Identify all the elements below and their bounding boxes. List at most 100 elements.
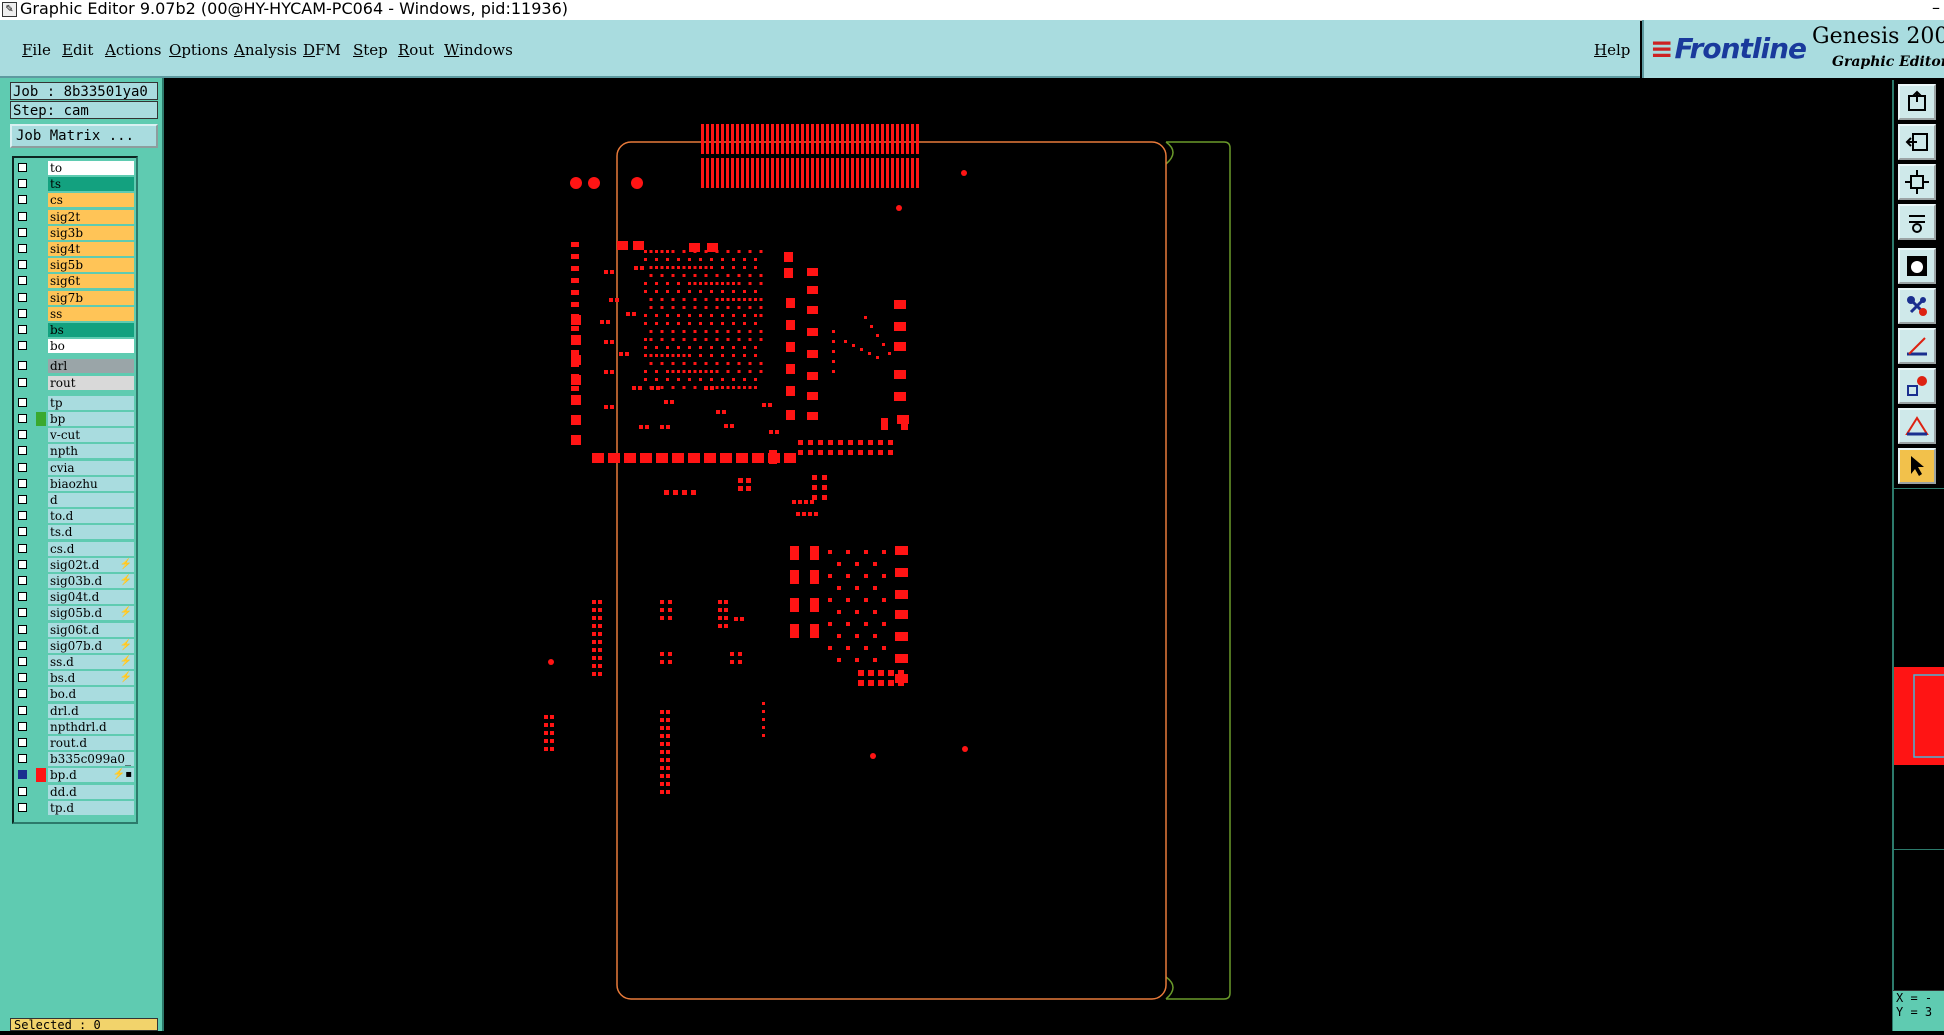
layer-checkbox[interactable]	[18, 163, 27, 172]
pcb-view[interactable]	[164, 80, 1892, 1031]
layer-checkbox[interactable]	[18, 308, 27, 318]
menu-options[interactable]: Options	[169, 41, 228, 59]
layer-color-swatch[interactable]	[36, 193, 46, 207]
layer-color-swatch[interactable]	[36, 639, 46, 653]
layer-name[interactable]: rout	[48, 375, 134, 390]
layer-color-swatch[interactable]	[36, 752, 46, 766]
menu-windows[interactable]: Windows	[444, 41, 513, 59]
layer-name[interactable]: npthdrl.d	[48, 719, 134, 734]
layer-color-swatch[interactable]	[36, 801, 46, 815]
graphics-canvas[interactable]	[164, 80, 1892, 1031]
layer-checkbox[interactable]	[18, 786, 27, 796]
layer-color-swatch[interactable]	[36, 161, 46, 175]
zoom-home-button[interactable]	[1898, 84, 1936, 120]
layer-row-ss[interactable]: ss	[16, 306, 134, 322]
layer-color-swatch[interactable]	[36, 396, 46, 410]
layer-checkbox[interactable]	[18, 543, 27, 553]
layer-checkbox[interactable]	[18, 430, 27, 440]
layer-row-npth[interactable]: npth	[16, 443, 134, 459]
layer-color-swatch[interactable]	[36, 558, 46, 572]
layer-row-sig05b.d[interactable]: sig05b.d ⚡	[16, 605, 134, 621]
layer-checkbox[interactable]	[18, 377, 27, 387]
zoom-fit-button[interactable]	[1898, 164, 1936, 200]
layer-row-d[interactable]: d	[16, 492, 134, 508]
layer-name[interactable]: cvia	[48, 460, 134, 475]
menu-file[interactable]: File	[22, 41, 51, 59]
layer-row-rout.d[interactable]: rout.d	[16, 735, 134, 751]
drc-button[interactable]	[1898, 408, 1936, 444]
layer-checkbox[interactable]	[18, 179, 27, 189]
layer-name[interactable]: ts.d	[48, 525, 134, 540]
snap-button[interactable]	[1898, 248, 1936, 284]
layer-checkbox[interactable]	[18, 657, 27, 666]
layer-checkbox[interactable]	[18, 608, 27, 618]
menu-edit[interactable]: Edit	[62, 41, 93, 59]
layer-checkbox[interactable]	[18, 397, 27, 407]
layer-name[interactable]: drl.d	[48, 703, 134, 718]
layer-checkbox[interactable]	[18, 195, 27, 205]
layer-name[interactable]: dd.d	[48, 784, 134, 799]
layer-checkbox[interactable]	[18, 754, 27, 764]
layer-name[interactable]: sig04t.d	[48, 590, 134, 605]
layer-checkbox[interactable]	[18, 414, 27, 423]
layer-row-bp[interactable]: bp	[16, 411, 134, 427]
layer-name[interactable]: tp.d	[48, 800, 134, 815]
layer-name[interactable]: rout.d	[48, 736, 134, 750]
layer-name[interactable]: sig5b	[48, 258, 134, 273]
layer-checkbox[interactable]	[18, 527, 27, 537]
layer-name[interactable]: sig4t	[48, 242, 134, 256]
layer-checkbox[interactable]	[18, 478, 27, 488]
layer-color-swatch[interactable]	[36, 542, 46, 556]
layer-checkbox[interactable]	[18, 244, 27, 253]
layer-color-swatch[interactable]	[36, 444, 46, 458]
layer-checkbox[interactable]	[18, 227, 27, 237]
layer-name[interactable]: bo	[48, 339, 134, 354]
layer-row-sig7b[interactable]: sig7b	[16, 290, 134, 306]
layer-color-swatch[interactable]	[36, 291, 46, 305]
layer-name[interactable]: d	[48, 493, 134, 507]
layer-color-swatch[interactable]	[36, 210, 46, 224]
layer-name[interactable]: drl	[48, 359, 134, 374]
layer-row-rout[interactable]: rout	[16, 375, 134, 391]
layer-row-sig07b.d[interactable]: sig07b.d ⚡	[16, 638, 134, 654]
layer-name[interactable]: ss.d ⚡	[48, 655, 134, 669]
zoom-back-button[interactable]	[1898, 124, 1936, 160]
layer-name[interactable]: sig05b.d ⚡	[48, 606, 134, 621]
layer-name[interactable]: bs	[48, 323, 134, 337]
minimize-icon[interactable]: –	[1932, 0, 1940, 17]
layer-name[interactable]: sig2t	[48, 209, 134, 224]
layer-color-swatch[interactable]	[36, 509, 46, 523]
layer-name[interactable]: to	[48, 161, 134, 175]
layer-color-swatch[interactable]	[36, 177, 46, 191]
layer-row-ts.d[interactable]: ts.d	[16, 524, 134, 540]
layer-color-swatch[interactable]	[36, 671, 46, 685]
layer-row-bs.d[interactable]: bs.d ⚡	[16, 670, 134, 686]
layer-checkbox[interactable]	[18, 689, 27, 699]
overview-map[interactable]	[1893, 488, 1944, 850]
layer-color-swatch[interactable]	[36, 461, 46, 475]
layer-color-swatch[interactable]	[36, 339, 46, 353]
layer-row-npthdrl.d[interactable]: npthdrl.d	[16, 719, 134, 735]
layer-row-sig02t.d[interactable]: sig02t.d ⚡	[16, 557, 134, 573]
layer-color-swatch[interactable]	[36, 323, 46, 337]
layer-row-sig2t[interactable]: sig2t	[16, 209, 134, 225]
layer-checkbox[interactable]	[18, 446, 27, 456]
layer-color-swatch[interactable]	[36, 242, 46, 256]
layer-checkbox[interactable]	[18, 559, 27, 569]
feature-select-button[interactable]	[1898, 288, 1936, 324]
layer-color-swatch[interactable]	[36, 428, 46, 442]
layer-checkbox[interactable]	[18, 624, 27, 634]
layer-color-swatch[interactable]	[36, 493, 46, 507]
layer-color-swatch[interactable]	[36, 376, 46, 390]
layer-row-sig4t[interactable]: sig4t	[16, 241, 134, 257]
layer-name[interactable]: sig03b.d ⚡	[48, 574, 134, 588]
layer-row-cs[interactable]: cs	[16, 192, 134, 208]
layer-name[interactable]: bp	[48, 412, 134, 426]
layer-color-swatch[interactable]	[36, 623, 46, 637]
layer-row-sig04t.d[interactable]: sig04t.d	[16, 589, 134, 605]
layer-checkbox[interactable]	[18, 673, 27, 683]
layer-row-bo[interactable]: bo	[16, 338, 134, 354]
layer-checkbox[interactable]	[18, 705, 27, 715]
layer-name[interactable]: biaozhu	[48, 476, 134, 491]
layer-color-swatch[interactable]	[36, 704, 46, 718]
